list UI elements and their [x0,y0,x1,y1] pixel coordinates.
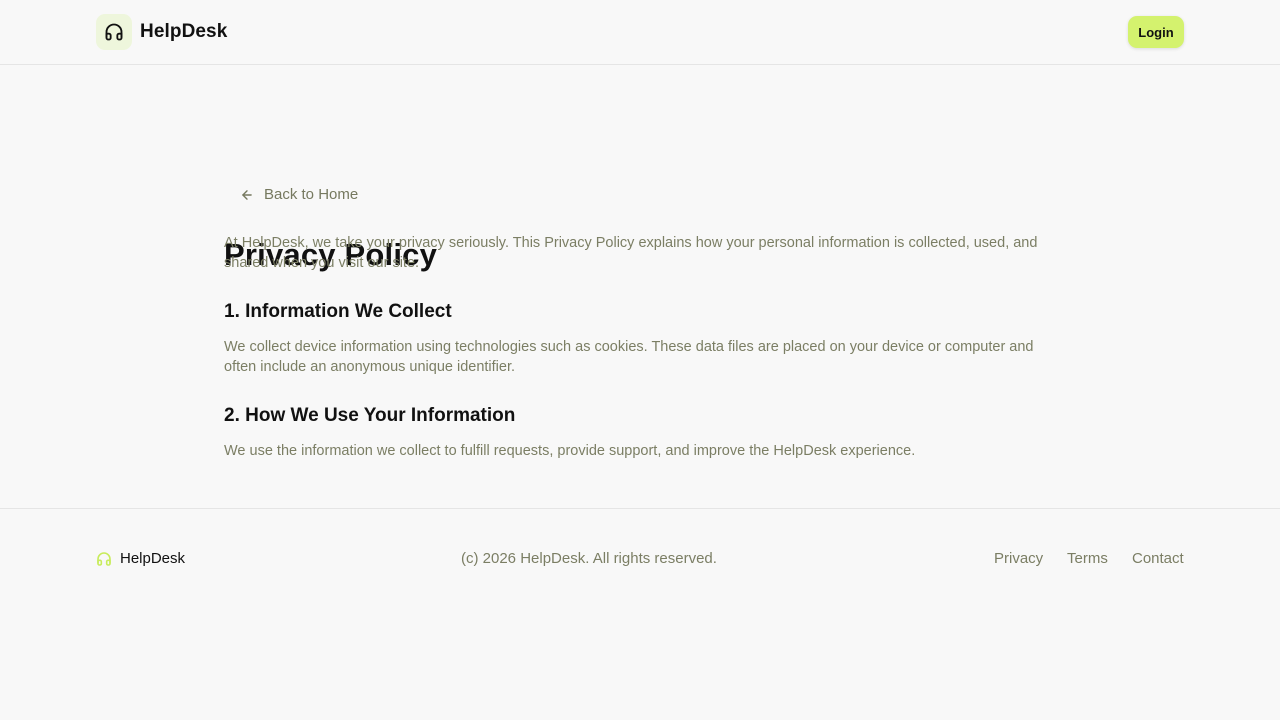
section-body-information-collect: We collect device information using tech… [224,339,1034,375]
footer-link-terms[interactable]: Terms [1067,550,1108,567]
login-button[interactable]: Login [1128,16,1184,48]
copyright-text: (c) 2026 HelpDesk. All rights reserved. [461,550,717,567]
site-header: HelpDesk Login [0,0,1280,65]
arrow-left-icon [242,189,252,200]
site-footer: HelpDesk (c) 2026 HelpDesk. All rights r… [0,509,1280,609]
intro-paragraph: At HelpDesk, we take your privacy seriou… [224,235,1038,271]
back-link-label: Back to Home [264,186,359,203]
headphones-icon [97,551,111,566]
section-heading-information-collect: 1. Information We Collect [224,301,452,322]
section-heading-how-we-use: 2. How We Use Your Information [224,405,516,426]
brand-logo-link[interactable]: HelpDesk [96,14,227,50]
brand-name: HelpDesk [140,21,228,42]
privacy-content: Back to Home Privacy Policy At HelpDesk,… [0,65,1280,509]
footer-brand-name: HelpDesk [120,550,186,567]
footer-link-privacy[interactable]: Privacy [994,550,1043,567]
footer-brand: HelpDesk [96,550,185,567]
section-body-how-we-use: We use the information we collect to ful… [224,443,916,459]
headphones-icon [96,14,132,50]
footer-link-contact[interactable]: Contact [1132,550,1184,567]
back-to-home-link[interactable]: Back to Home [240,186,358,203]
